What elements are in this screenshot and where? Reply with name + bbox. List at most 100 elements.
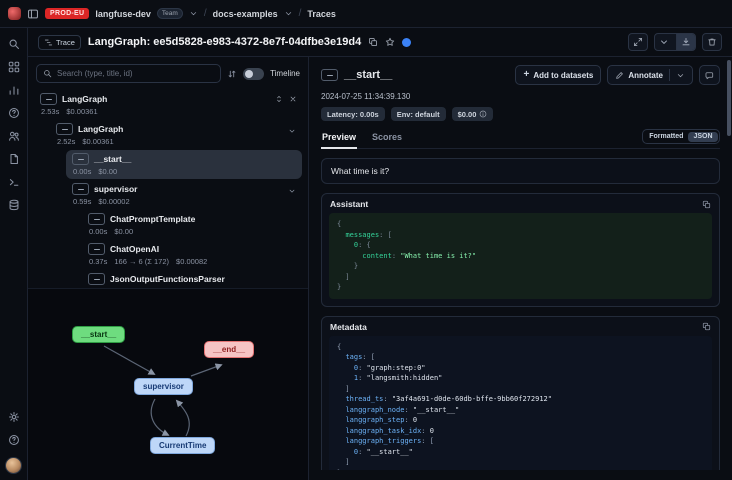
tree-row-jsonoutputfunctionsparser[interactable]: JsonOutputFunctionsParser <box>82 270 302 288</box>
graph-node-supervisor[interactable]: supervisor <box>134 378 193 395</box>
metadata-card-title: Metadata <box>330 322 367 332</box>
top-nav: PROD-EU langfuse-dev Team / docs-example… <box>0 0 732 28</box>
tree-row-langgraph[interactable]: LangGraph2.53s$0.00361 <box>34 90 302 119</box>
trace-header-bar: Trace LangGraph: ee5d5828-e983-4372-8e7f… <box>28 28 732 57</box>
trace-type-badge: Trace <box>38 35 81 50</box>
tree-row-tokens: 166 → 6 (Σ 172) <box>114 257 169 266</box>
expand-icon <box>633 37 643 47</box>
tree-row-cost: $0.00 <box>98 167 117 176</box>
public-share-icon[interactable] <box>402 38 411 47</box>
graph-node-currenttime[interactable]: CurrentTime <box>150 437 215 454</box>
search-input[interactable]: Search (type, title, id) <box>36 64 221 83</box>
tab-scores[interactable]: Scores <box>371 129 403 148</box>
detail-scroll-area[interactable]: What time is it? Assistant { messages: [… <box>321 158 720 470</box>
tree-row-label: __start__ <box>94 154 131 164</box>
annotate-button[interactable]: Annotate <box>607 65 693 85</box>
sidebar-toggle-icon[interactable] <box>27 8 39 20</box>
graph-node-start[interactable]: __start__ <box>72 326 125 343</box>
expand-all-icon[interactable] <box>275 95 283 103</box>
dashboard-icon[interactable] <box>8 61 20 73</box>
sort-icon[interactable] <box>227 69 237 79</box>
tree-row-cost: $0.00361 <box>66 107 97 116</box>
observation-type-icon <box>321 69 338 81</box>
langfuse-app: PROD-EU langfuse-dev Team / docs-example… <box>0 0 732 480</box>
add-to-datasets-button[interactable]: + Add to datasets <box>515 65 601 85</box>
datasets-icon[interactable] <box>8 199 20 211</box>
tree-row-chatprompttemplate[interactable]: ChatPromptTemplate0.00s$0.00 <box>82 210 302 239</box>
tree-row-latency: 0.00s <box>73 167 91 176</box>
annotate-chevron-icon[interactable] <box>676 71 685 80</box>
observation-type-icon <box>72 153 89 165</box>
observation-type-icon <box>88 213 105 225</box>
search-placeholder: Search (type, title, id) <box>57 69 133 78</box>
tree-row-supervisor[interactable]: supervisor0.59s$0.00002 <box>66 180 302 209</box>
copy-icon[interactable] <box>702 200 711 209</box>
breadcrumb-separator: / <box>204 8 207 19</box>
scrollbar-thumb[interactable] <box>727 60 731 136</box>
metadata-json: { tags: [ 0: "graph:step:0" 1: "langsmit… <box>329 336 712 471</box>
metric-badge-label: Latency: 0.00s <box>327 110 379 119</box>
icon-sidebar <box>0 28 28 480</box>
trace-tree: LangGraph2.53s$0.00361LangGraph2.52s$0.0… <box>28 88 308 288</box>
input-message-card: What time is it? <box>321 158 720 184</box>
users-icon[interactable] <box>8 130 20 142</box>
tree-row-start[interactable]: __start__0.00s $0.00 <box>66 150 302 179</box>
tree-row-cost: $0.00361 <box>82 137 113 146</box>
export-split-button[interactable] <box>654 33 696 51</box>
graph-node-end[interactable]: __end__ <box>204 341 254 358</box>
chevron-down-icon[interactable] <box>288 127 296 135</box>
copy-trace-id-icon[interactable] <box>368 37 378 47</box>
observation-type-icon <box>88 273 105 285</box>
assistant-json: { messages: [ 0: { content: "What time i… <box>329 213 712 299</box>
metric-badge: Env: default <box>391 107 446 121</box>
detail-tabs: Preview Scores FormattedJSON <box>321 129 720 149</box>
pencil-icon <box>615 71 624 80</box>
playground-icon[interactable] <box>8 176 20 188</box>
tree-row-label: ChatOpenAI <box>110 244 159 254</box>
app-logo[interactable] <box>8 7 21 20</box>
format-json[interactable]: JSON <box>688 132 717 142</box>
tree-row-label: JsonOutputFunctionsParser <box>110 274 225 284</box>
tree-row-cost: $0.00 <box>114 227 133 236</box>
support-icon[interactable] <box>8 107 20 119</box>
org-chevron-down-icon[interactable] <box>189 9 198 18</box>
format-formatted[interactable]: Formatted <box>644 132 688 142</box>
tree-row-cost: $0.00002 <box>98 197 129 206</box>
settings-gear-icon[interactable] <box>8 411 20 423</box>
list-tree-icon <box>44 38 53 47</box>
format-toggle[interactable]: FormattedJSON <box>642 129 720 144</box>
collapse-tree-icon[interactable] <box>289 95 297 103</box>
export-chevron-icon[interactable] <box>655 34 673 50</box>
timeline-toggle[interactable] <box>243 68 264 80</box>
breadcrumb-project[interactable]: docs-examples <box>213 9 278 19</box>
metric-badges: Latency: 0.00s Env: default $0.00 <box>321 107 720 121</box>
expand-trace-button[interactable] <box>628 33 648 51</box>
langgraph-graph-view: __start__ __end__ supervisor CurrentTime <box>28 288 308 480</box>
tree-row-langgraph[interactable]: LangGraph2.52s$0.00361 <box>50 120 302 149</box>
breadcrumb-section[interactable]: Traces <box>307 9 336 19</box>
tab-preview[interactable]: Preview <box>321 129 357 149</box>
project-chevron-down-icon[interactable] <box>284 9 293 18</box>
download-icon[interactable] <box>676 34 695 50</box>
observation-type-icon <box>72 183 89 195</box>
breadcrumb-org[interactable]: langfuse-dev <box>95 9 151 19</box>
comment-icon <box>705 71 714 80</box>
user-avatar[interactable] <box>5 457 22 474</box>
observation-detail-panel: __start__ + Add to datasets Annotate <box>309 57 732 480</box>
tree-row-label: ChatPromptTemplate <box>110 214 195 224</box>
metric-badge: $0.00 <box>452 107 494 121</box>
copy-icon[interactable] <box>702 322 711 331</box>
comment-button[interactable] <box>699 65 720 85</box>
assistant-card: Assistant { messages: [ 0: { content: "W… <box>321 193 720 307</box>
tree-row-chatopenai[interactable]: ChatOpenAI0.37s166 → 6 (Σ 172)$0.00082 <box>82 240 302 269</box>
help-icon[interactable] <box>8 434 20 446</box>
chevron-down-icon[interactable] <box>288 187 296 195</box>
search-icon[interactable] <box>8 38 20 50</box>
bookmark-star-icon[interactable] <box>385 37 395 47</box>
tree-row-label: LangGraph <box>62 94 107 104</box>
analytics-icon[interactable] <box>8 84 20 96</box>
prompts-icon[interactable] <box>8 153 20 165</box>
tree-row-latency: 0.37s <box>89 257 107 266</box>
metric-badge-label: Env: default <box>397 110 440 119</box>
delete-trace-button[interactable] <box>702 33 722 51</box>
